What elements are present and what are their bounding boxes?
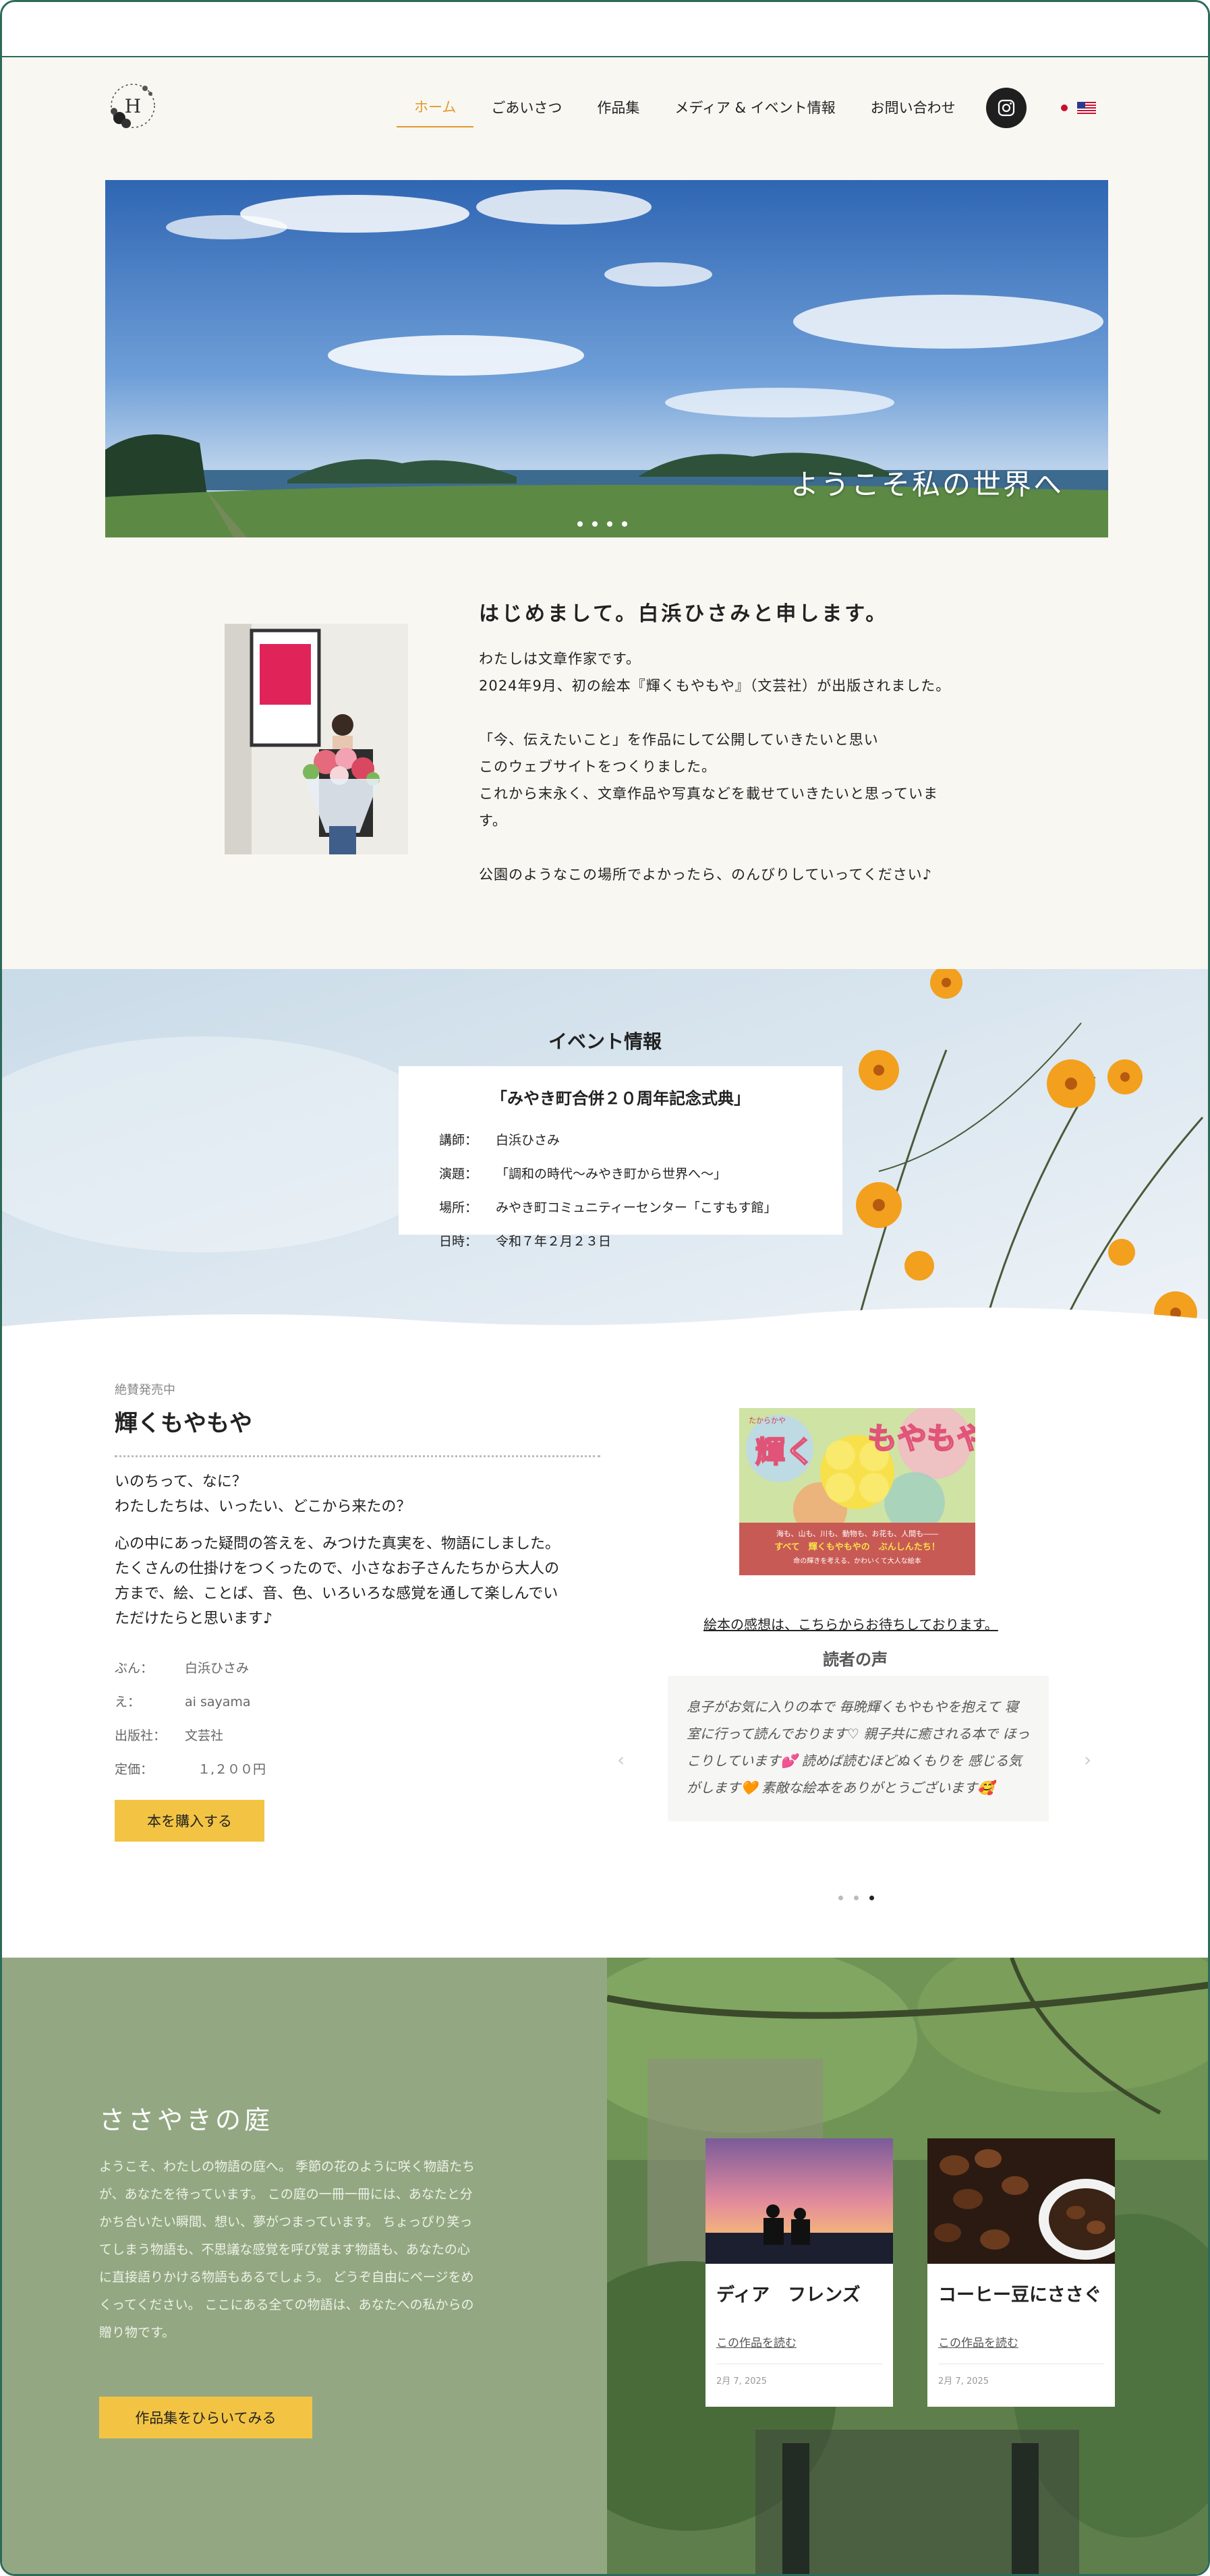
- browser-top-strip: [2, 2, 1208, 57]
- book-desc-line: ただけたらと思います♪: [115, 1610, 273, 1627]
- event-row: 演題： 「調和の時代〜みやき町から世界へ〜」: [439, 1167, 727, 1181]
- card-title[interactable]: ディア フレンズ: [705, 2264, 893, 2306]
- book-desc-line: 方まで、絵、ことば、音、色、いろいろな感覚を通して楽しんでい: [115, 1585, 558, 1602]
- book-intro-line: いのちって、なに？: [115, 1473, 247, 1490]
- slide-dot[interactable]: [577, 521, 583, 527]
- nav-greeting[interactable]: ごあいさつ: [473, 97, 579, 127]
- read-work-link[interactable]: この作品を読む: [705, 2306, 893, 2350]
- testimonial-dot[interactable]: [854, 1896, 859, 1900]
- event-card: 「みやき町合併２０周年記念式典」 講師： 白浜ひさみ 演題： 「調和の時代〜みやき町…: [399, 1066, 842, 1249]
- event-row: 講師： 白浜ひさみ: [439, 1133, 560, 1148]
- nav-works[interactable]: 作品集: [579, 97, 657, 127]
- testimonial-dot[interactable]: [838, 1896, 843, 1900]
- book-intro-line: わたしたちは、いったい、どこから来たの？: [115, 1498, 411, 1515]
- chevron-left-icon[interactable]: ‹: [617, 1749, 625, 1771]
- book-cover-image[interactable]: たからかや 輝く もやもや 海も、山も、川も、動物も、お花も、人間も―― すべて…: [739, 1408, 975, 1575]
- meta-row: え： ai sayama: [115, 1695, 251, 1709]
- card-date: 2月 7, 2025: [938, 2376, 989, 2387]
- book-label: 絶賛発売中: [115, 1383, 175, 1397]
- logo-letter: H: [125, 95, 141, 117]
- testimonial-dots: [838, 1896, 874, 1900]
- intro-line: す。: [479, 813, 507, 829]
- card-date: 2月 7, 2025: [716, 2376, 768, 2387]
- intro-line: このウェブサイトをつくりました。: [479, 759, 716, 775]
- cover-line-1: 海も、山も、川も、動物も、お花も、人間も――: [776, 1529, 938, 1538]
- card-title[interactable]: コーヒー豆にささぐ: [927, 2264, 1115, 2306]
- dotted-divider: [115, 1455, 600, 1457]
- japan-flag-icon[interactable]: [1061, 105, 1068, 111]
- author-portrait: [225, 624, 408, 854]
- work-card-coffee[interactable]: コーヒー豆にささぐ この作品を読む 2月 7, 2025: [927, 2138, 1115, 2407]
- book-meta: ぶん： 白浜ひさみ え： ai sayama 出版社： 文芸社 定価： １,２００円: [115, 1651, 600, 1786]
- buy-book-button[interactable]: 本を購入する: [115, 1800, 264, 1842]
- intro-line: これから末永く、文章作品や写真などを載せていきたいと思っていま: [479, 786, 938, 802]
- intro-heading: はじめまして。白浜ひさみと申します。: [479, 602, 889, 626]
- feedback-link[interactable]: 絵本の感想は、こちらからお待ちしております。: [703, 1614, 998, 1633]
- book-desc-line: たくさんの仕掛けをつくったので、小さなお子さんたちから大人の: [115, 1560, 560, 1577]
- meta-row: 出版社： 文芸社: [115, 1728, 224, 1743]
- main-nav: ホーム ごあいさつ 作品集 メディア & イベント情報 お問い合わせ: [397, 96, 973, 127]
- intro-text: はじめまして。白浜ひさみと申します。 わたしは文章作家です。 2024年9月、初…: [479, 597, 1018, 888]
- slide-dot[interactable]: [622, 521, 627, 527]
- event-title: イベント情報: [548, 1030, 662, 1053]
- event-card-title: 「みやき町合併２０周年記念式典」: [491, 1089, 750, 1108]
- language-switch: [1061, 102, 1096, 114]
- event-row: 日時： 令和７年２月２３日: [439, 1234, 612, 1249]
- read-work-link[interactable]: この作品を読む: [927, 2306, 1115, 2350]
- slide-dot[interactable]: [607, 521, 612, 527]
- nav-contact[interactable]: お問い合わせ: [853, 97, 973, 127]
- page-frame: H ホーム ごあいさつ 作品集 メディア & イベント情報 お問い合わせ ようこ…: [0, 0, 1210, 2576]
- meta-row: 定価： １,２００円: [115, 1762, 266, 1777]
- cover-line-3: 命の輝きを考える、かわいくて大人な絵本: [793, 1556, 921, 1565]
- garden-text: ようこそ、わたしの物語の庭へ。 季節の花のように咲く物語たちが、あなたを待ってい…: [99, 2159, 476, 2340]
- hero-caption: ようこそ私の世界へ: [790, 468, 1064, 501]
- cover-line-2: すべて 輝くもやもやの ぶんしんたち！: [774, 1542, 940, 1552]
- cover-small-label: たからかや: [749, 1416, 786, 1425]
- chevron-right-icon[interactable]: ›: [1084, 1749, 1091, 1771]
- garden-image-panel: [607, 1958, 1208, 2574]
- garden-title: ささやきの庭: [99, 2105, 274, 2135]
- nav-media-events[interactable]: メディア & イベント情報: [657, 97, 853, 127]
- testimonial-card: 息子がお気に入りの本で 毎晩輝くもやもやを抱えて 寝室に行って読んでおります♡ …: [668, 1676, 1049, 1821]
- event-section: イベント情報 「みやき町合併２０周年記念式典」 講師： 白浜ひさみ 演題： 「調和の…: [2, 969, 1208, 1344]
- book-info: 絶賛発売中 輝くもやもや いのちって、なに？ わたしたちは、いったい、どこから来…: [115, 1380, 600, 1786]
- nav-home[interactable]: ホーム: [397, 96, 474, 127]
- work-card-dear-friends[interactable]: ディア フレンズ この作品を読む 2月 7, 2025: [705, 2138, 893, 2407]
- intro-line: 2024年9月、初の絵本『輝くもやもや』（文芸社）が出版されました。: [479, 678, 951, 694]
- book-title: 輝くもやもや: [115, 1410, 252, 1437]
- cover-title-a: 輝く: [755, 1435, 815, 1469]
- card-image-sunset: [705, 2138, 893, 2264]
- cover-title-b: もやもや: [867, 1422, 975, 1456]
- header-section: H ホーム ごあいさつ 作品集 メディア & イベント情報 お問い合わせ ようこ…: [2, 57, 1208, 969]
- event-row: 場所： みやき町コミュニティーセンター「こすもす館」: [439, 1200, 777, 1215]
- site-logo[interactable]: H: [105, 78, 161, 134]
- card-image-coffee: [927, 2138, 1115, 2264]
- hero-dots: [577, 521, 627, 527]
- instagram-icon[interactable]: [986, 88, 1027, 128]
- intro-line: わたしは文章作家です。: [479, 651, 641, 667]
- meta-row: ぶん： 白浜ひさみ: [115, 1661, 250, 1676]
- reviews-title: 読者の声: [823, 1650, 888, 1669]
- open-works-button[interactable]: 作品集をひらいてみる: [99, 2397, 312, 2438]
- slide-dot[interactable]: [592, 521, 598, 527]
- book-desc-line: 心の中にあった疑問の答えを、みつけた真実を、物語にしました。: [115, 1535, 560, 1552]
- us-flag-icon[interactable]: [1077, 102, 1096, 114]
- intro-line: 公園のようなこの場所でよかったら、のんびりしていってください♪: [479, 867, 933, 883]
- testimonial-dot[interactable]: [869, 1896, 874, 1900]
- hero-slider[interactable]: ようこそ私の世界へ: [105, 180, 1108, 537]
- intro-line: 「今、伝えたいこと」を作品にして公開していきたいと思い: [479, 732, 879, 748]
